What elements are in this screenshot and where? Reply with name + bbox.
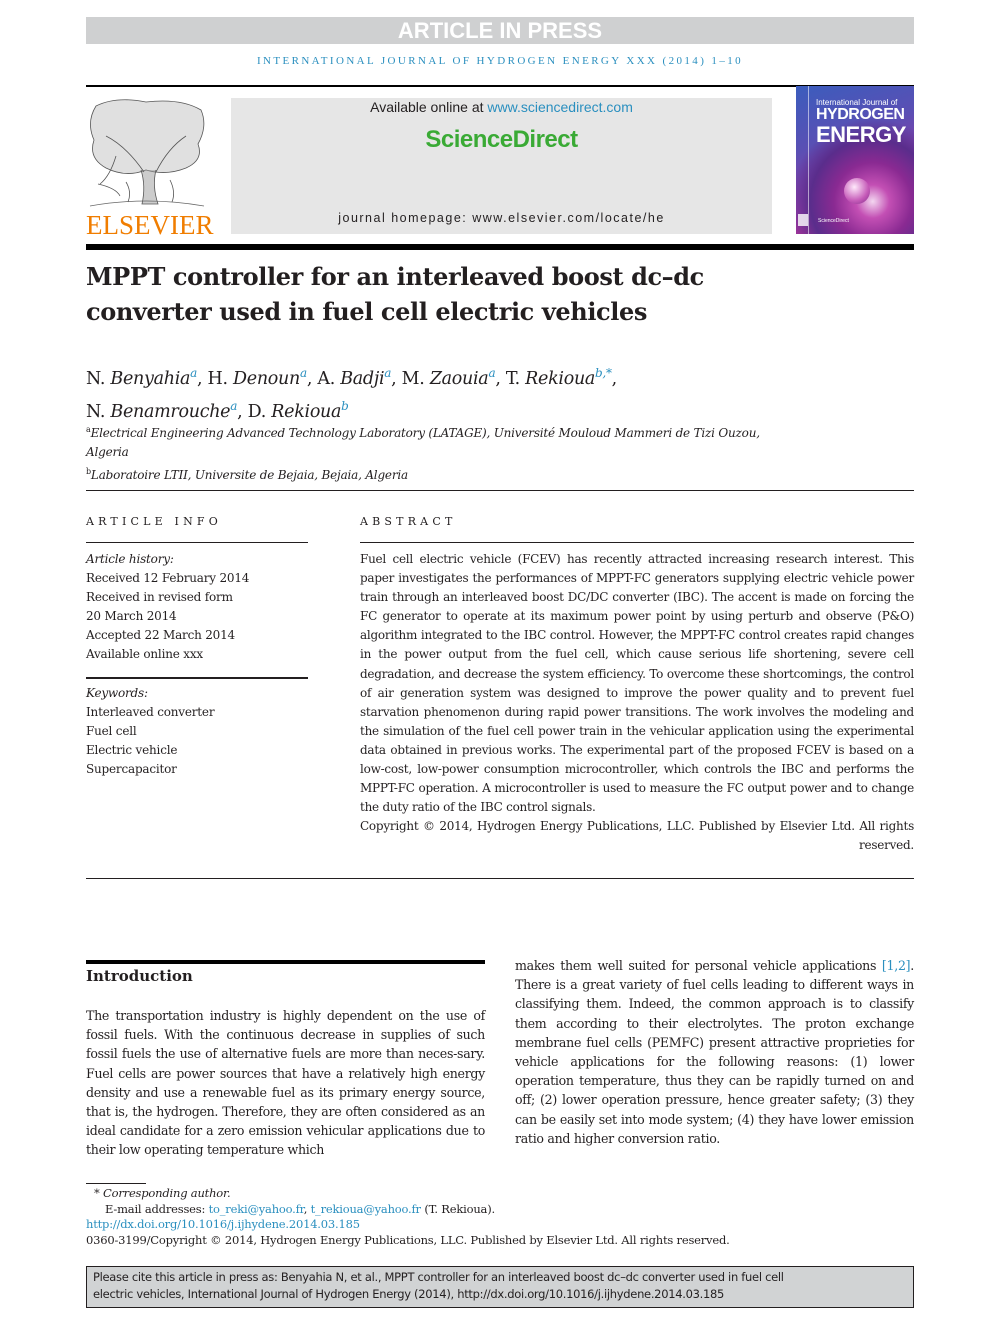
history-item: Available online xxx <box>86 647 203 661</box>
abstract-text: Fuel cell electric vehicle (FCEV) has re… <box>360 552 914 815</box>
introduction-heading: Introduction <box>86 967 193 985</box>
article-title: MPPT controller for an interleaved boost… <box>86 259 786 329</box>
affiliation-link[interactable]: a <box>300 366 307 380</box>
cite-line-2: electric vehicles, International Journal… <box>93 1286 725 1301</box>
keyword-item: Supercapacitor <box>86 762 177 776</box>
article-history-label: Article history: <box>86 552 174 566</box>
header-bottom-rule <box>86 244 914 250</box>
author[interactable]: A. Badjia <box>317 366 391 389</box>
article-history: Article history: Received 12 February 20… <box>86 550 316 664</box>
issn-copyright: 0360-3199/Copyright © 2014, Hydrogen Ene… <box>86 1232 730 1247</box>
email-link[interactable]: to_reki@yahoo.fr <box>209 1202 304 1216</box>
elsevier-logo[interactable]: ELSEVIER <box>86 210 214 241</box>
cover-publisher-badge-icon <box>798 214 808 226</box>
affiliation-link[interactable]: a <box>230 399 237 413</box>
author[interactable]: D. Rekiouab <box>248 399 349 422</box>
affiliations: aElectrical Engineering Advanced Technol… <box>86 420 786 485</box>
cover-orb-graphic <box>844 178 870 204</box>
history-item: Received 12 February 2014 <box>86 571 250 585</box>
abstract-copyright: Copyright © 2014, Hydrogen Energy Public… <box>360 819 914 853</box>
affiliation-a-cont: Algeria <box>86 445 129 459</box>
title-line-2: converter used in fuel cell electric veh… <box>86 297 647 326</box>
affiliation-link[interactable]: a <box>488 366 495 380</box>
abstract-bottom-rule <box>86 878 914 879</box>
doi-link[interactable]: http://dx.doi.org/10.1016/j.ijhydene.201… <box>86 1217 360 1231</box>
keyword-item: Interleaved converter <box>86 705 215 719</box>
introduction-right-column: makes them well suited for personal vehi… <box>515 958 914 1146</box>
cite-this-article-box: Please cite this article in press as: Be… <box>86 1266 914 1308</box>
keywords: Keywords: Interleaved converter Fuel cel… <box>86 684 316 779</box>
author[interactable]: H. Denouna <box>208 366 308 389</box>
header-top-rule <box>86 85 914 87</box>
history-item: Received in revised form <box>86 590 233 604</box>
author[interactable]: N. Benamrouchea <box>86 399 237 422</box>
article-info-divider <box>86 542 308 543</box>
sciencedirect-logo[interactable]: ScienceDirect <box>231 126 772 154</box>
affiliation-link[interactable]: a <box>384 366 391 380</box>
cover-divider <box>808 86 809 234</box>
keyword-item: Electric vehicle <box>86 743 178 757</box>
cite-line-1: Please cite this article in press as: Be… <box>93 1270 784 1284</box>
article-in-press-banner: ARTICLE IN PRESS <box>86 17 914 44</box>
introduction-rule <box>86 960 485 964</box>
affiliation-a: aElectrical Engineering Advanced Technol… <box>86 425 760 440</box>
sciencedirect-url-link[interactable]: www.sciencedirect.com <box>487 99 633 115</box>
introduction-left-column: The transportation industry is highly de… <box>86 1008 485 1158</box>
corresponding-author-note: * Corresponding author. <box>94 1186 231 1200</box>
affiliation-b: bLaboratoire LTII, Universite de Bejaia,… <box>86 467 408 482</box>
journal-cover-image[interactable]: International Journal of HYDROGEN ENERGY… <box>796 86 914 234</box>
author[interactable]: T. Rekiouab,* <box>506 366 612 389</box>
author[interactable]: N. Benyahiaa <box>86 366 197 389</box>
title-line-1: MPPT controller for an interleaved boost… <box>86 262 704 291</box>
author[interactable]: M. Zaouiaa <box>402 366 496 389</box>
email-link[interactable]: t_rekioua@yahoo.fr <box>311 1202 421 1216</box>
author-list: N. Benyahiaa, H. Denouna, A. Badjia, M. … <box>86 366 617 422</box>
affiliation-link[interactable]: a <box>190 366 197 380</box>
reference-link[interactable]: [1,2] <box>882 958 911 973</box>
journal-homepage-link[interactable]: journal homepage: www.elsevier.com/locat… <box>231 211 772 225</box>
available-online-label: Available online at <box>370 99 488 115</box>
keyword-item: Fuel cell <box>86 724 137 738</box>
history-item: Accepted 22 March 2014 <box>86 628 235 642</box>
abstract-body: Fuel cell electric vehicle (FCEV) has re… <box>360 550 914 856</box>
footnote-rule <box>86 1183 146 1184</box>
keywords-divider <box>86 677 308 679</box>
affiliation-link[interactable]: b,* <box>595 366 612 380</box>
keywords-label: Keywords: <box>86 686 148 700</box>
cover-sciencedirect-label: ScienceDirect <box>818 218 849 224</box>
abstract-divider <box>360 542 914 543</box>
abstract-heading: ABSTRACT <box>360 515 457 528</box>
footnotes: * Corresponding author. E-mail addresses… <box>86 1186 846 1248</box>
history-item: 20 March 2014 <box>86 609 177 623</box>
journal-running-head: INTERNATIONAL JOURNAL OF HYDROGEN ENERGY… <box>256 55 744 67</box>
cover-title-energy: ENERGY <box>816 122 906 147</box>
article-info-heading: ARTICLE INFO <box>86 515 222 528</box>
affiliation-link[interactable]: b <box>341 399 349 413</box>
email-addresses: E-mail addresses: to_reki@yahoo.fr, t_re… <box>105 1201 495 1216</box>
available-online-text: Available online at www.sciencedirect.co… <box>231 99 772 115</box>
affiliation-divider <box>86 490 914 491</box>
